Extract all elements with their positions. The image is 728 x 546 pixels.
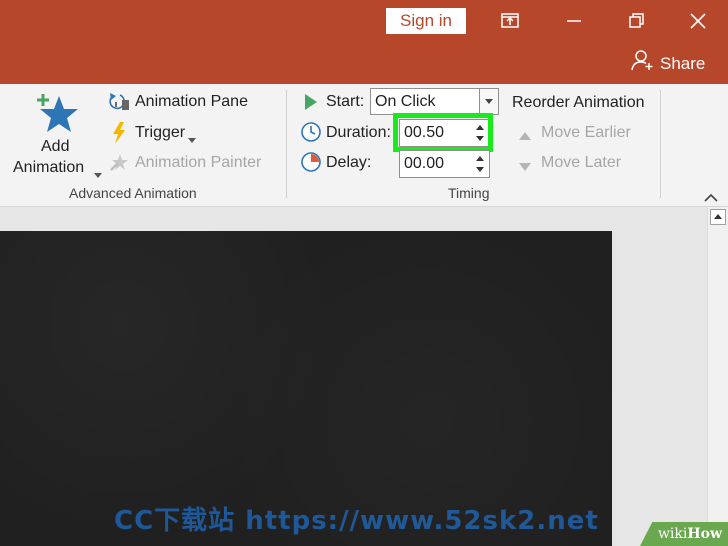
person-add-icon	[630, 48, 654, 81]
add-animation-label-1: Add	[41, 138, 70, 155]
add-animation-label-2: Animation	[13, 159, 85, 176]
spinner-icon[interactable]	[474, 154, 486, 183]
scroll-up-icon[interactable]	[710, 209, 726, 225]
group-divider	[660, 90, 661, 198]
trigger-button[interactable]: Trigger	[108, 122, 208, 144]
timing-group-label: Timing	[448, 185, 490, 201]
delay-input[interactable]: 00.00	[399, 150, 490, 178]
move-earlier-label: Move Earlier	[541, 124, 631, 141]
ribbon-display-options-icon[interactable]	[496, 8, 524, 34]
advanced-animation-group-label: Advanced Animation	[69, 185, 197, 201]
delay-clock-icon	[300, 151, 322, 178]
animation-pane-icon	[108, 92, 130, 119]
animation-pane-button[interactable]: Animation Pane	[108, 92, 278, 114]
watermark-text: CC下载站 https://www.52sk2.net	[114, 506, 599, 536]
arrow-down-icon	[518, 159, 532, 177]
chevron-down-icon	[94, 166, 102, 184]
title-bar	[0, 0, 728, 84]
animation-painter-icon	[108, 152, 132, 179]
clock-icon	[300, 121, 322, 148]
share-label: Share	[660, 54, 706, 73]
animation-painter-label: Animation Painter	[135, 154, 262, 171]
duration-highlight	[393, 113, 493, 152]
trigger-label: Trigger	[135, 124, 186, 141]
delay-label: Delay:	[326, 154, 372, 171]
lightning-icon	[110, 122, 128, 149]
chevron-down-icon	[188, 131, 196, 149]
move-earlier-button[interactable]: Move Earlier	[518, 124, 648, 144]
delay-value: 00.00	[404, 155, 445, 172]
arrow-up-icon	[518, 128, 532, 146]
duration-label: Duration:	[326, 124, 391, 141]
close-icon[interactable]	[684, 8, 712, 34]
sign-in-button[interactable]: Sign in	[386, 8, 466, 34]
badge-how: How	[687, 526, 722, 542]
badge-wiki: wiki	[657, 526, 688, 542]
add-animation-star-icon	[34, 92, 84, 141]
collapse-ribbon-icon[interactable]	[704, 190, 718, 208]
restore-icon[interactable]	[622, 8, 650, 34]
group-divider	[286, 90, 287, 198]
start-value: On Click	[375, 93, 436, 110]
animation-pane-label: Animation Pane	[135, 93, 248, 110]
start-dropdown[interactable]: On Click	[370, 88, 499, 115]
minimize-icon[interactable]	[560, 8, 588, 34]
move-later-button[interactable]: Move Later	[518, 154, 648, 174]
vertical-scrollbar[interactable]	[707, 207, 728, 546]
start-label: Start:	[326, 93, 365, 110]
chevron-down-icon[interactable]	[479, 89, 498, 114]
slide-canvas[interactable]	[0, 231, 612, 546]
share-button[interactable]: Share	[630, 48, 706, 81]
wikihow-badge: wikiHow	[640, 522, 728, 546]
reorder-animation-title: Reorder Animation	[512, 94, 645, 111]
animation-painter-button[interactable]: Animation Painter	[108, 152, 278, 174]
play-icon	[304, 93, 318, 116]
add-animation-button[interactable]: Add Animation	[8, 90, 104, 180]
move-later-label: Move Later	[541, 154, 622, 171]
